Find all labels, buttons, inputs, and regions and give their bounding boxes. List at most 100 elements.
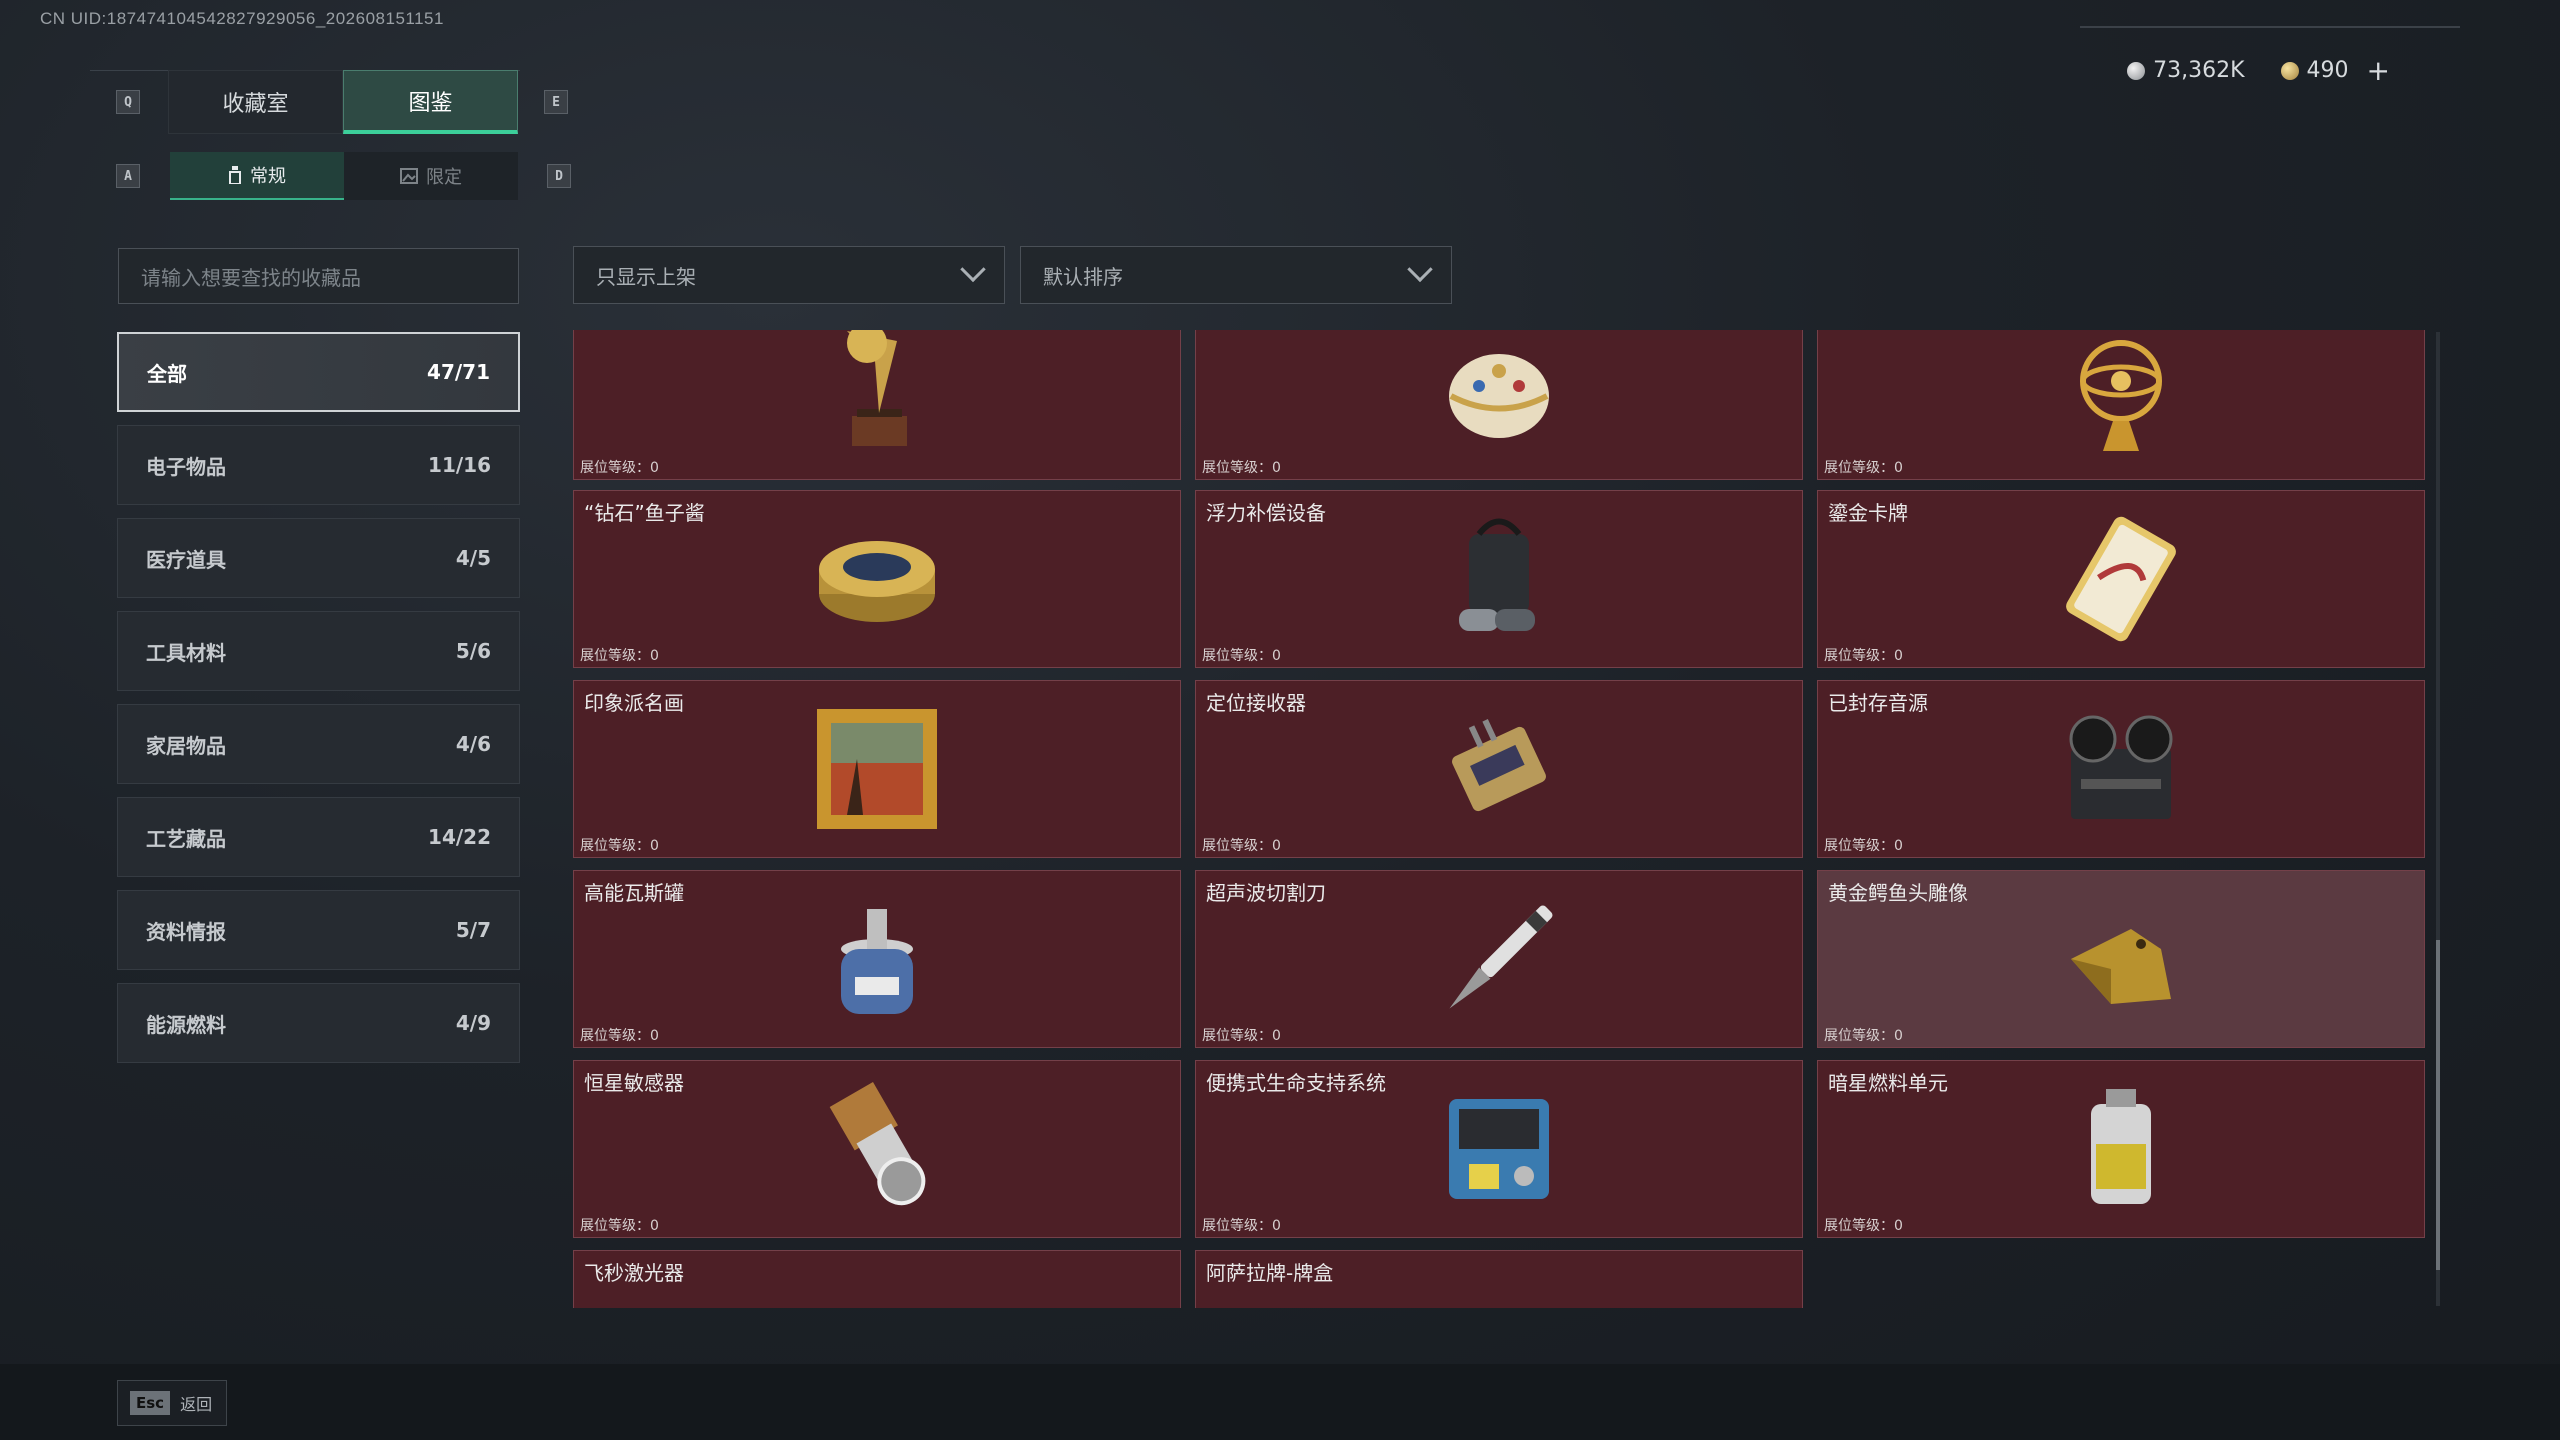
item-level: 展位等级：0 — [1824, 838, 1903, 854]
subtab-limited-label: 限定 — [426, 167, 462, 188]
gas-canister-icon — [841, 909, 913, 1014]
item-level: 展位等级：0 — [1202, 460, 1281, 476]
back-button[interactable]: Esc 返回 — [117, 1380, 227, 1426]
item-card[interactable]: 展位等级：0 — [1195, 330, 1803, 480]
locator-receiver-icon — [1452, 719, 1546, 812]
subtab-limited[interactable]: 限定 — [344, 152, 518, 200]
item-card[interactable]: 浮力补偿设备 展位等级：0 — [1195, 490, 1803, 668]
item-name: 高能瓦斯罐 — [584, 881, 684, 905]
category-list: 全部 47/71 电子物品 11/16 医疗道具 4/5 工具材料 5/6 家居物品 4/… — [117, 332, 520, 1076]
item-level: 展位等级：0 — [580, 838, 659, 854]
item-card[interactable]: 鎏金卡牌 展位等级：0 — [1817, 490, 2425, 668]
item-card[interactable]: 超声波切割刀 展位等级：0 — [1195, 870, 1803, 1048]
item-name: “钻石”鱼子酱 — [584, 501, 705, 525]
search-input[interactable]: 请输入想要查找的收藏品 — [118, 248, 519, 304]
chevron-down-icon — [960, 256, 986, 283]
item-card[interactable]: 便携式生命支持系统 展位等级：0 — [1195, 1060, 1803, 1238]
item-name: 阿萨拉牌-牌盒 — [1206, 1261, 1334, 1285]
silver-value: 73,362K — [2153, 58, 2245, 83]
category-count: 47/71 — [427, 360, 490, 384]
item-card[interactable]: “钻石”鱼子酱 展位等级：0 — [573, 490, 1181, 668]
item-card[interactable]: 阿萨拉牌-牌盒 — [1195, 1250, 1803, 1308]
category-label: 医疗道具 — [146, 547, 226, 572]
item-card[interactable]: 高能瓦斯罐 展位等级：0 — [573, 870, 1181, 1048]
category-medical[interactable]: 医疗道具 4/5 — [117, 518, 520, 598]
category-electronics[interactable]: 电子物品 11/16 — [117, 425, 520, 505]
category-count: 5/7 — [455, 918, 491, 942]
framed-painting-icon — [817, 709, 937, 829]
item-card[interactable]: 恒星敏感器 展位等级：0 — [573, 1060, 1181, 1238]
item-card[interactable]: 黄金鳄鱼头雕像 展位等级：0 — [1817, 870, 2425, 1048]
display-filter-value: 只显示上架 — [596, 264, 696, 289]
life-support-icon — [1449, 1099, 1549, 1199]
subtab-regular-label: 常规 — [250, 166, 286, 187]
gold-currency: 490 — [2280, 58, 2349, 83]
category-count: 14/22 — [428, 825, 491, 849]
reel-recorder-icon — [2069, 715, 2173, 819]
category-count: 4/5 — [455, 546, 491, 570]
jeweled-egg-icon — [1449, 354, 1549, 438]
uid-text: CN UID:187474104542827929056_20260815115… — [40, 9, 444, 28]
item-grid: 展位等级：0 展位等级：0 展位等级：0 “钻石”鱼子酱 展位等级：0 浮力补偿… — [573, 330, 2425, 1308]
category-tools[interactable]: 工具材料 5/6 — [117, 611, 520, 691]
item-card[interactable]: 定位接收器 展位等级：0 — [1195, 680, 1803, 858]
item-card[interactable]: 印象派名画 展位等级：0 — [573, 680, 1181, 858]
category-count: 5/6 — [455, 639, 491, 663]
sub-tabs: 常规 限定 — [170, 152, 518, 200]
gold-crocodile-head-icon — [2071, 929, 2171, 1004]
item-name: 印象派名画 — [584, 691, 684, 715]
item-level: 展位等级：0 — [1824, 1028, 1903, 1044]
key-hint-prev-tab: Q — [116, 90, 140, 114]
category-count: 4/6 — [455, 732, 491, 756]
item-name: 恒星敏感器 — [584, 1071, 684, 1095]
category-label: 资料情报 — [146, 919, 226, 944]
back-label: 返回 — [180, 1395, 213, 1414]
item-level: 展位等级：0 — [1824, 460, 1903, 476]
bottom-bar — [0, 1364, 2560, 1440]
item-card[interactable]: 暗星燃料单元 展位等级：0 — [1817, 1060, 2425, 1238]
item-card[interactable]: 展位等级：0 — [1817, 330, 2425, 480]
category-crafts[interactable]: 工艺藏品 14/22 — [117, 797, 520, 877]
silver-coin-icon — [2127, 61, 2146, 80]
buoyancy-device-icon — [1459, 518, 1535, 631]
category-energy[interactable]: 能源燃料 4/9 — [117, 983, 520, 1063]
item-name: 暗星燃料单元 — [1828, 1071, 1948, 1095]
category-label: 工艺藏品 — [146, 826, 226, 851]
category-label: 工具材料 — [146, 640, 226, 665]
gold-value: 490 — [2306, 58, 2349, 83]
item-level: 展位等级：0 — [1202, 1028, 1281, 1044]
sort-dropdown[interactable]: 默认排序 — [1020, 246, 1452, 304]
item-name: 浮力补偿设备 — [1206, 501, 1326, 525]
item-level: 展位等级：0 — [580, 460, 659, 476]
item-level: 展位等级：0 — [1202, 1218, 1281, 1234]
decor-line-top-right — [2080, 26, 2460, 28]
item-name: 便携式生命支持系统 — [1206, 1071, 1386, 1095]
item-level: 展位等级：0 — [1202, 838, 1281, 854]
ultrasonic-cutter-icon — [1449, 905, 1553, 1009]
item-card[interactable]: 展位等级：0 — [573, 330, 1181, 480]
item-card[interactable]: 已封存音源 展位等级：0 — [1817, 680, 2425, 858]
main-tabs: 收藏室 图鉴 — [168, 70, 518, 134]
item-card[interactable]: 飞秒激光器 — [573, 1250, 1181, 1308]
tab-collection-room[interactable]: 收藏室 — [168, 70, 343, 134]
key-hint-next-tab: E — [544, 90, 568, 114]
category-intel[interactable]: 资料情报 5/7 — [117, 890, 520, 970]
item-name: 黄金鳄鱼头雕像 — [1828, 881, 1968, 905]
item-name: 已封存音源 — [1828, 691, 1928, 715]
item-level: 展位等级：0 — [580, 1028, 659, 1044]
armillary-sphere-icon — [2080, 340, 2162, 451]
category-label: 能源燃料 — [146, 1012, 226, 1037]
scrollbar-thumb[interactable] — [2436, 940, 2440, 1270]
gilded-card-icon — [2066, 516, 2176, 642]
sort-value: 默认排序 — [1043, 264, 1123, 289]
currency-display: 73,362K 490 + — [2127, 54, 2390, 87]
display-filter-dropdown[interactable]: 只显示上架 — [573, 246, 1005, 304]
tab-catalog[interactable]: 图鉴 — [343, 70, 518, 134]
chevron-down-icon — [1407, 256, 1433, 283]
subtab-regular[interactable]: 常规 — [170, 152, 344, 200]
category-all[interactable]: 全部 47/71 — [117, 332, 520, 412]
item-level: 展位等级：0 — [580, 648, 659, 664]
add-currency-button[interactable]: + — [2367, 54, 2390, 87]
category-household[interactable]: 家居物品 4/6 — [117, 704, 520, 784]
item-level: 展位等级：0 — [580, 1218, 659, 1234]
